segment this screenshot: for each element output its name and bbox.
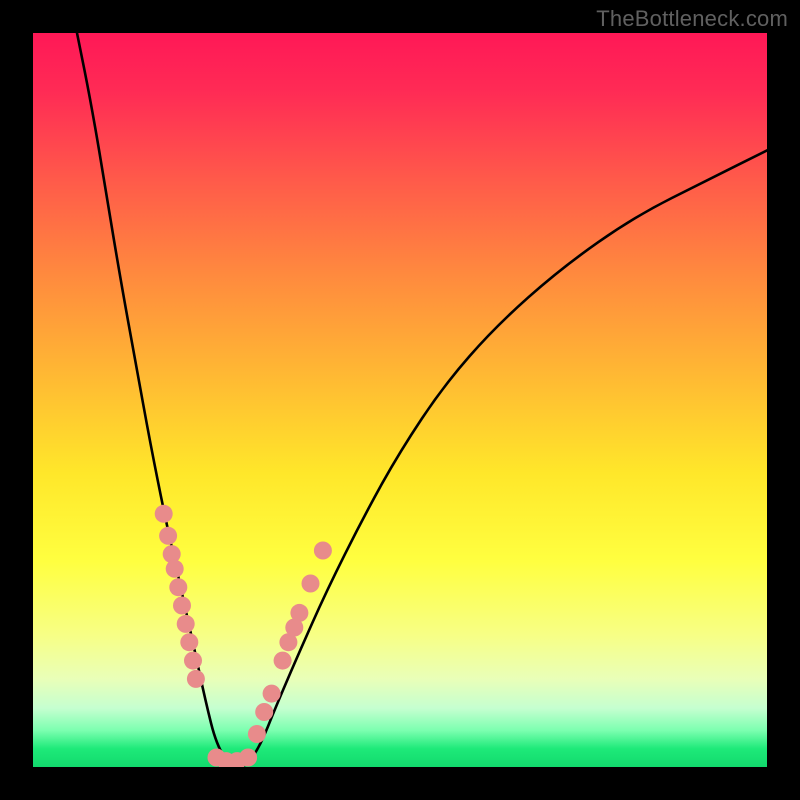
marker-dot: [263, 685, 281, 703]
marker-dot: [187, 670, 205, 688]
marker-dot: [248, 725, 266, 743]
marker-dot: [166, 560, 184, 578]
watermark-text: TheBottleneck.com: [596, 6, 788, 32]
marker-group-bottom: [208, 749, 258, 768]
marker-dot: [239, 749, 257, 767]
marker-dot: [184, 652, 202, 670]
marker-dot: [290, 604, 308, 622]
marker-group-left: [155, 505, 205, 688]
marker-dot: [180, 633, 198, 651]
marker-dot: [314, 542, 332, 560]
bottleneck-curve-path: [77, 33, 767, 767]
plot-area: [33, 33, 767, 767]
marker-dot: [159, 527, 177, 545]
marker-dot: [155, 505, 173, 523]
marker-dot: [255, 703, 273, 721]
marker-group-right: [248, 542, 332, 744]
marker-dot: [169, 578, 187, 596]
marker-dot: [173, 597, 191, 615]
outer-frame: TheBottleneck.com: [0, 0, 800, 800]
marker-dot: [302, 575, 320, 593]
marker-dot: [177, 615, 195, 633]
marker-dot: [274, 652, 292, 670]
chart-svg: [33, 33, 767, 767]
